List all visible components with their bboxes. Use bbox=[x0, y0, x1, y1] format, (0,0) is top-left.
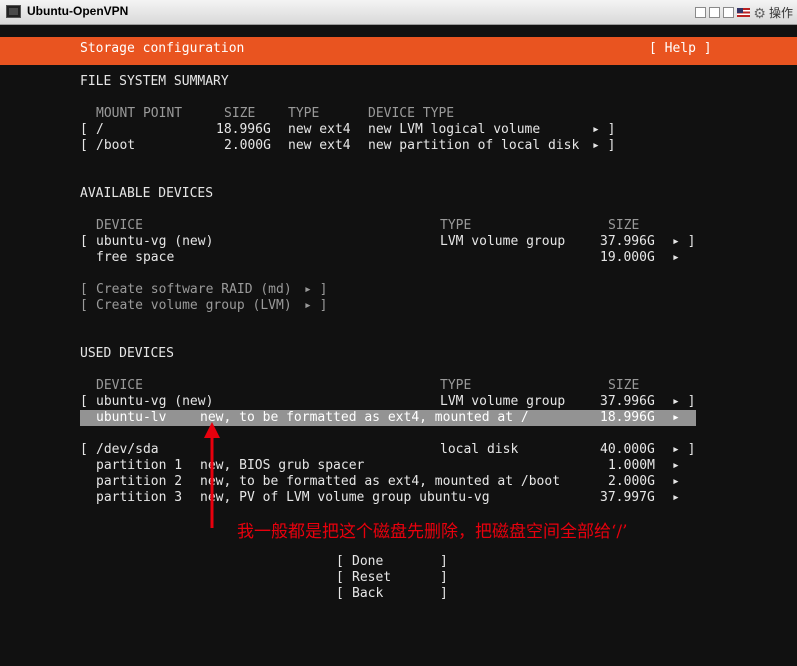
col-device: DEVICE bbox=[96, 218, 143, 233]
mount-point: /boot bbox=[96, 138, 136, 153]
partition-row[interactable]: partition 3 new, PV of LVM volume group … bbox=[80, 490, 700, 506]
device: /dev/sda bbox=[96, 442, 159, 457]
device-type: new LVM logical volume bbox=[368, 122, 541, 137]
fs-summary-heading: FILE SYSTEM SUMMARY bbox=[80, 74, 229, 89]
triangle-right-icon: ▸ bbox=[672, 490, 680, 505]
size: 37.996G bbox=[600, 394, 655, 409]
col-type: TYPE bbox=[440, 218, 472, 233]
partition-row[interactable]: partition 1 new, BIOS grub spacer 1.000M… bbox=[80, 458, 700, 474]
header-bar: Storage configuration [ Help ] bbox=[0, 37, 797, 65]
device-type: new partition of local disk bbox=[368, 138, 580, 153]
type: LVM volume group bbox=[440, 394, 566, 409]
available-heading: AVAILABLE DEVICES bbox=[80, 186, 214, 201]
annotation-arrow-icon bbox=[204, 422, 220, 528]
partition-name: partition 1 bbox=[96, 458, 183, 473]
installer-screen: Storage configuration [ Help ] FILE SYST… bbox=[0, 25, 797, 619]
col-device: DEVICE bbox=[96, 378, 143, 393]
partition-row[interactable]: partition 2 new, to be formatted as ext4… bbox=[80, 474, 700, 490]
triangle-right-icon: ▸ ] bbox=[672, 442, 696, 457]
back-button[interactable]: [ Back ] bbox=[336, 586, 456, 602]
size: 18.996G bbox=[216, 122, 271, 137]
partition-name: partition 3 bbox=[96, 490, 183, 505]
size: 1.000M bbox=[608, 458, 655, 473]
triangle-right-icon: ▸ ] bbox=[672, 234, 696, 249]
triangle-right-icon: ▸ bbox=[672, 410, 680, 425]
window-title: Ubuntu-OpenVPN bbox=[27, 4, 129, 18]
partition-name: partition 2 bbox=[96, 474, 183, 489]
fs-summary-header: MOUNT POINT SIZE TYPE DEVICE TYPE bbox=[80, 106, 700, 122]
device: free space bbox=[96, 250, 175, 265]
size: 2.000G bbox=[224, 138, 271, 153]
reset-button[interactable]: [ Reset ] bbox=[336, 570, 456, 586]
window-titlebar: Ubuntu-OpenVPN ⚙ 操作 bbox=[0, 0, 797, 25]
restore-icon[interactable] bbox=[709, 7, 721, 18]
size: 19.000G bbox=[600, 250, 655, 265]
triangle-right-icon: ▸ bbox=[672, 474, 680, 489]
used-disk-row[interactable]: [ /dev/sda local disk 40.000G ▸ ] bbox=[80, 442, 700, 458]
gear-icon[interactable]: ⚙ bbox=[753, 6, 766, 20]
col-size: SIZE bbox=[608, 378, 640, 393]
col-size: SIZE bbox=[608, 218, 640, 233]
size: 18.996G bbox=[600, 410, 655, 425]
device: ubuntu-lv bbox=[96, 410, 167, 425]
triangle-right-icon: ▸ ] bbox=[304, 282, 328, 297]
size: 37.997G bbox=[600, 490, 655, 505]
annotation-text: 我一般都是把这个磁盘先删除，把磁盘空间全部给‘/’ bbox=[237, 522, 628, 542]
fs-type: new ext4 bbox=[288, 138, 351, 153]
triangle-right-icon: ▸ ] bbox=[592, 122, 616, 137]
col-mount-point: MOUNT POINT bbox=[96, 106, 183, 121]
size: 2.000G bbox=[608, 474, 655, 489]
fs-summary-row[interactable]: [ /boot 2.000G new ext4 new partition of… bbox=[80, 138, 700, 154]
fs-summary-row[interactable]: [ / 18.996G new ext4 new LVM logical vol… bbox=[80, 122, 700, 138]
triangle-right-icon: ▸ ] bbox=[672, 394, 696, 409]
available-row[interactable]: free space 19.000G ▸ bbox=[80, 250, 700, 266]
done-button[interactable]: [ Done ] bbox=[336, 554, 456, 570]
fs-type: new ext4 bbox=[288, 122, 351, 137]
col-device-type: DEVICE TYPE bbox=[368, 106, 455, 121]
terminal-icon bbox=[6, 5, 21, 18]
description: new, PV of LVM volume group ubuntu-vg bbox=[200, 490, 490, 505]
triangle-right-icon: ▸ bbox=[672, 250, 680, 265]
type: local disk bbox=[440, 442, 519, 457]
create-lvm-button[interactable]: [ Create volume group (LVM) ▸ ] bbox=[80, 298, 480, 314]
create-raid-button[interactable]: [ Create software RAID (md) ▸ ] bbox=[80, 282, 480, 298]
size: 37.996G bbox=[600, 234, 655, 249]
ops-menu[interactable]: 操作 bbox=[769, 4, 793, 21]
used-header: DEVICE TYPE SIZE bbox=[80, 378, 700, 394]
type: LVM volume group bbox=[440, 234, 566, 249]
triangle-right-icon: ▸ ] bbox=[592, 138, 616, 153]
used-heading: USED DEVICES bbox=[80, 346, 174, 361]
page-title: Storage configuration bbox=[80, 41, 245, 56]
description: new, to be formatted as ext4, mounted at… bbox=[200, 410, 529, 425]
used-lv-row-selected[interactable]: ubuntu-lv new, to be formatted as ext4, … bbox=[80, 410, 696, 426]
available-header: DEVICE TYPE SIZE bbox=[80, 218, 700, 234]
col-type: TYPE bbox=[440, 378, 472, 393]
triangle-right-icon: ▸ ] bbox=[304, 298, 328, 313]
available-row[interactable]: [ ubuntu-vg (new) LVM volume group 37.99… bbox=[80, 234, 700, 250]
triangle-right-icon: ▸ bbox=[672, 458, 680, 473]
used-vg-row[interactable]: [ ubuntu-vg (new) LVM volume group 37.99… bbox=[80, 394, 700, 410]
device: ubuntu-vg (new) bbox=[96, 394, 214, 409]
description: new, to be formatted as ext4, mounted at… bbox=[200, 474, 561, 489]
help-button[interactable]: [ Help ] bbox=[649, 41, 712, 56]
col-type: TYPE bbox=[288, 106, 320, 121]
device: ubuntu-vg (new) bbox=[96, 234, 214, 249]
size: 40.000G bbox=[600, 442, 655, 457]
window-controls: ⚙ 操作 bbox=[695, 4, 793, 21]
keyboard-flag-icon[interactable] bbox=[737, 8, 751, 17]
col-size: SIZE bbox=[224, 106, 256, 121]
minimize-icon[interactable] bbox=[695, 7, 707, 18]
mount-point: / bbox=[96, 122, 104, 137]
maximize-icon[interactable] bbox=[723, 7, 735, 18]
